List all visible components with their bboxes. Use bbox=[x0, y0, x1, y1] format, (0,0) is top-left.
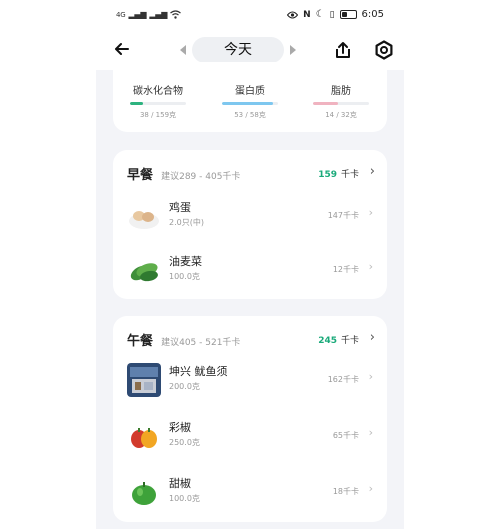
macro-value: 53 / 58克 bbox=[234, 111, 266, 119]
status-right: N ☾ ▯ 6:05 bbox=[287, 9, 384, 20]
food-item[interactable]: 甜椒 100.0克 18千卡 › bbox=[127, 470, 375, 516]
food-name: 鸡蛋 bbox=[169, 201, 191, 214]
meal-kcal-value: 159 bbox=[318, 170, 337, 180]
food-kcal: 18千卡 bbox=[332, 487, 359, 496]
meal-title: 早餐 bbox=[127, 168, 154, 183]
chevron-right-icon: › bbox=[368, 260, 373, 273]
macro-protein: 蛋白质 53 / 58克 bbox=[215, 82, 285, 120]
back-arrow-icon[interactable] bbox=[112, 39, 132, 59]
macro-progress-bar bbox=[222, 102, 278, 105]
meal-kcal: 245 千卡 bbox=[318, 333, 359, 346]
app-screen: 4G ▂▄▆ ▂▄▆ N ☾ ▯ 6:05 今天 碳水化合物 38 / 159克… bbox=[96, 0, 404, 529]
battery-icon bbox=[339, 10, 357, 19]
macro-fat: 脂肪 14 / 32克 bbox=[306, 82, 376, 120]
meal-suggestion: 建议405 - 521千卡 bbox=[161, 338, 241, 348]
eggs-image bbox=[127, 199, 161, 233]
macro-value: 38 / 159克 bbox=[139, 111, 177, 119]
settings-icon[interactable] bbox=[374, 40, 394, 60]
macro-carbs: 碳水化合物 38 / 159克 bbox=[123, 82, 193, 120]
food-kcal: 147千卡 bbox=[327, 211, 359, 220]
green-pepper-image bbox=[127, 475, 161, 509]
clock: 6:05 bbox=[361, 9, 384, 20]
nfc-icon: N bbox=[303, 9, 311, 20]
chevron-right-icon[interactable]: › bbox=[370, 330, 375, 345]
meal-kcal-unit: 千卡 bbox=[340, 170, 359, 180]
macro-name: 蛋白质 bbox=[235, 86, 265, 97]
breakfast-card: 早餐 建议289 - 405千卡 159 千卡 › 鸡蛋 2.0只(中) 147千… bbox=[113, 150, 387, 299]
food-name: 甜椒 bbox=[169, 477, 191, 490]
eye-icon bbox=[287, 11, 299, 18]
food-item[interactable]: 油麦菜 100.0克 12千卡 › bbox=[127, 248, 375, 294]
meal-header[interactable]: 午餐 建议405 - 521千卡 245 千卡 › bbox=[127, 330, 375, 350]
chevron-right-icon: › bbox=[368, 482, 373, 495]
food-name: 坤兴 鱿鱼须 bbox=[169, 365, 228, 378]
macro-progress-bar bbox=[130, 102, 186, 105]
status-bar: 4G ▂▄▆ ▂▄▆ N ☾ ▯ 6:05 bbox=[96, 0, 404, 34]
chevron-right-icon[interactable]: › bbox=[370, 164, 375, 179]
meal-suggestion: 建议289 - 405千卡 bbox=[161, 172, 241, 182]
network-label: 4G bbox=[116, 10, 126, 19]
food-item[interactable]: 坤兴 鱿鱼须 200.0克 162千卡 › bbox=[127, 358, 375, 404]
date-label[interactable]: 今天 bbox=[192, 37, 284, 63]
meal-kcal: 159 千卡 bbox=[318, 167, 359, 180]
food-quantity: 100.0克 bbox=[169, 494, 200, 503]
meal-title: 午餐 bbox=[127, 334, 154, 349]
macro-value: 14 / 32克 bbox=[325, 111, 357, 119]
status-left: 4G ▂▄▆ ▂▄▆ bbox=[116, 10, 182, 19]
food-name: 油麦菜 bbox=[169, 255, 202, 268]
food-quantity: 100.0克 bbox=[169, 272, 200, 281]
macro-summary-card: 碳水化合物 38 / 159克 蛋白质 53 / 58克 脂肪 14 / 32克 bbox=[113, 62, 387, 132]
meal-kcal-value: 245 bbox=[318, 336, 337, 346]
vibrate-icon: ▯ bbox=[329, 9, 335, 20]
food-quantity: 200.0克 bbox=[169, 382, 200, 391]
food-quantity: 250.0克 bbox=[169, 438, 200, 447]
bell-pepper-image bbox=[127, 419, 161, 453]
squid-package-image bbox=[127, 363, 161, 397]
share-icon[interactable] bbox=[333, 40, 353, 60]
date-switcher: 今天 bbox=[178, 37, 298, 63]
moon-icon: ☾ bbox=[315, 9, 325, 20]
macro-progress-bar bbox=[313, 102, 369, 105]
chevron-right-icon: › bbox=[368, 426, 373, 439]
lunch-card: 午餐 建议405 - 521千卡 245 千卡 › 坤兴 鱿鱼须 200.0克 1… bbox=[113, 316, 387, 522]
food-quantity: 2.0只(中) bbox=[169, 218, 204, 227]
food-item[interactable]: 鸡蛋 2.0只(中) 147千卡 › bbox=[127, 194, 375, 240]
food-kcal: 162千卡 bbox=[327, 375, 359, 384]
meal-header[interactable]: 早餐 建议289 - 405千卡 159 千卡 › bbox=[127, 164, 375, 184]
macro-name: 脂肪 bbox=[331, 86, 351, 97]
next-day-icon[interactable] bbox=[290, 45, 296, 55]
lettuce-image bbox=[127, 253, 161, 287]
meal-kcal-unit: 千卡 bbox=[340, 336, 359, 346]
macro-progress-fill bbox=[313, 102, 338, 105]
signal-icon: ▂▄▆ bbox=[128, 10, 147, 19]
macro-name: 碳水化合物 bbox=[133, 86, 183, 97]
food-kcal: 12千卡 bbox=[332, 265, 359, 274]
prev-day-icon[interactable] bbox=[180, 45, 186, 55]
food-name: 彩椒 bbox=[169, 421, 191, 434]
signal-icon-2: ▂▄▆ bbox=[149, 10, 168, 19]
macro-progress-fill bbox=[130, 102, 144, 105]
food-kcal: 65千卡 bbox=[332, 431, 359, 440]
wifi-icon bbox=[170, 10, 182, 19]
food-item[interactable]: 彩椒 250.0克 65千卡 › bbox=[127, 414, 375, 460]
macro-progress-fill bbox=[222, 102, 273, 105]
chevron-right-icon: › bbox=[368, 370, 373, 383]
chevron-right-icon: › bbox=[368, 206, 373, 219]
